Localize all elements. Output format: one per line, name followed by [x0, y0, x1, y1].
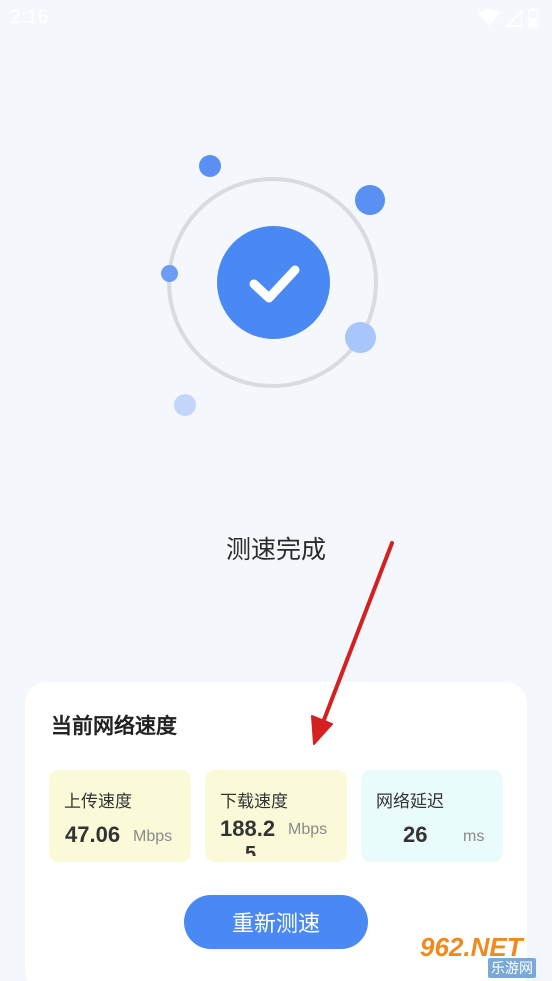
download-label: 下载速度 — [220, 792, 288, 812]
orbit-dot — [355, 185, 385, 215]
latency-tile: 网络延迟 26 ms — [361, 770, 503, 862]
upload-speed-tile: 上传速度 47.06 Mbps — [49, 770, 191, 862]
download-unit: Mbps — [288, 821, 328, 838]
upload-label: 上传速度 — [64, 792, 132, 812]
download-speed-tile: 下载速度 188.2 Mbps 5 — [205, 770, 347, 862]
latency-value: 26 — [403, 822, 428, 847]
orbit-dot — [199, 155, 221, 177]
watermark-sub: 乐游网 — [488, 958, 536, 978]
success-badge — [217, 226, 330, 339]
card-title: 当前网络速度 — [51, 714, 177, 738]
check-icon — [249, 265, 299, 302]
upload-unit: Mbps — [133, 828, 173, 845]
orbit-dot — [345, 322, 376, 353]
download-value: 188.2 — [220, 816, 276, 841]
orbit-dot — [161, 265, 178, 282]
speed-test-illustration — [0, 0, 552, 520]
result-title: 测速完成 — [225, 535, 326, 564]
latency-unit: ms — [463, 828, 485, 845]
watermark-logo: 962.NET 乐游网 — [414, 932, 550, 978]
retest-button[interactable]: 重新测速 — [184, 895, 368, 949]
upload-value: 47.06 — [65, 822, 121, 847]
orbit-dot — [174, 394, 196, 416]
latency-label: 网络延迟 — [376, 792, 444, 812]
download-value-overflow: 5 — [245, 844, 257, 856]
